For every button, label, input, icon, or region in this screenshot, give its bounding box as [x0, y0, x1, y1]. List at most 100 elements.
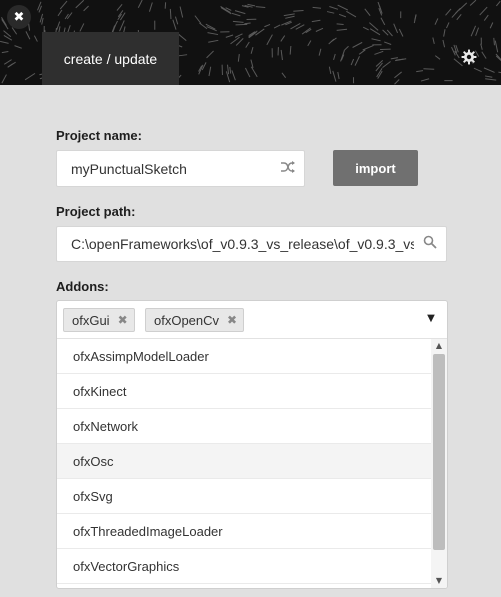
pattern-dash: [333, 53, 336, 61]
pattern-dash: [137, 0, 143, 9]
pattern-dash: [390, 57, 398, 60]
pattern-dash: [227, 64, 230, 75]
pattern-dash: [420, 78, 430, 82]
pattern-dash: [3, 59, 12, 65]
pattern-dash: [247, 3, 256, 7]
pattern-dash: [340, 50, 345, 62]
dropdown-caret-icon[interactable]: ▼: [425, 313, 437, 325]
pattern-dash: [451, 9, 460, 18]
tab-create-update[interactable]: create / update: [42, 32, 179, 85]
addon-option[interactable]: ofxKinect: [57, 374, 431, 409]
pattern-dash: [479, 6, 488, 16]
addon-option[interactable]: ofxThreadedImageLoader: [57, 514, 431, 549]
addon-option[interactable]: ofxNetwork: [57, 409, 431, 444]
pattern-dash: [66, 12, 73, 20]
pattern-dash: [343, 45, 349, 51]
pattern-dash: [337, 71, 340, 80]
pattern-dash: [484, 75, 493, 78]
pattern-dash: [416, 70, 424, 73]
pattern-dash: [337, 4, 349, 11]
project-name-label: Project name:: [56, 128, 142, 143]
addon-tag-label: ofxGui: [72, 312, 110, 328]
pattern-dash: [398, 28, 404, 37]
pattern-dash: [285, 15, 295, 19]
pattern-dash: [25, 31, 31, 40]
pattern-dash: [179, 6, 184, 18]
import-button-label: import: [355, 160, 396, 176]
pattern-dash: [423, 68, 435, 70]
pattern-dash: [338, 13, 347, 18]
search-icon[interactable]: [414, 235, 446, 253]
pattern-dash: [280, 49, 283, 61]
pattern-dash: [237, 53, 240, 62]
options-scrollbar[interactable]: ▲ ▼: [431, 339, 447, 588]
pattern-dash: [14, 45, 22, 49]
project-path-input[interactable]: [57, 227, 414, 261]
addon-tag-label: ofxOpenCv: [154, 312, 220, 328]
pattern-dash: [332, 70, 337, 82]
pattern-dash: [445, 8, 452, 16]
pattern-dash: [394, 71, 402, 79]
settings-button[interactable]: [460, 49, 478, 67]
pattern-dash: [393, 23, 399, 34]
pattern-dash: [250, 59, 254, 68]
scroll-up-icon[interactable]: ▲: [431, 339, 447, 353]
scroll-down-icon[interactable]: ▼: [431, 574, 447, 588]
pattern-dash: [57, 9, 63, 17]
pattern-dash: [1, 50, 9, 54]
pattern-dash: [255, 28, 265, 36]
pattern-dash: [229, 66, 232, 74]
addon-option[interactable]: ofxOsc: [57, 444, 431, 479]
pattern-dash: [59, 0, 68, 10]
pattern-dash: [336, 23, 344, 26]
pattern-dash: [483, 14, 489, 21]
pattern-dash: [116, 4, 123, 11]
pattern-dash: [273, 24, 281, 29]
pattern-dash: [208, 66, 212, 77]
pattern-dash: [485, 78, 497, 81]
pattern-dash: [119, 20, 125, 32]
pattern-dash: [371, 38, 381, 42]
pattern-dash: [177, 54, 188, 57]
import-button[interactable]: import: [333, 150, 418, 186]
pattern-dash: [231, 12, 241, 17]
addon-option[interactable]: ofxVectorGraphics: [57, 549, 431, 584]
addon-option[interactable]: ofxAssimpModelLoader: [57, 339, 431, 374]
pattern-dash: [336, 28, 348, 31]
shuffle-icon[interactable]: [272, 160, 304, 178]
pattern-dash: [33, 35, 38, 42]
pattern-dash: [24, 72, 36, 81]
pattern-dash: [384, 41, 392, 45]
pattern-dash: [79, 23, 85, 32]
project-path-field[interactable]: [56, 226, 447, 262]
pattern-dash: [232, 20, 244, 23]
pattern-dash: [234, 10, 246, 15]
pattern-dash: [475, 27, 480, 36]
addons-multiselect[interactable]: ofxGui ✖ ofxOpenCv ✖ ▼ ofxAssimpModelLoa…: [56, 300, 448, 589]
pattern-dash: [364, 8, 371, 16]
pattern-dash: [326, 11, 335, 14]
remove-tag-icon[interactable]: ✖: [227, 313, 237, 327]
project-name-input[interactable]: [57, 151, 272, 186]
project-name-field[interactable]: [56, 150, 305, 187]
pattern-dash: [234, 33, 243, 38]
pattern-dash: [328, 66, 332, 75]
pattern-dash: [7, 63, 13, 68]
pattern-dash: [206, 50, 214, 59]
remove-tag-icon[interactable]: ✖: [118, 313, 128, 327]
addon-option[interactable]: ofxSvg: [57, 479, 431, 514]
pattern-dash: [493, 37, 495, 46]
pattern-dash: [83, 5, 89, 12]
pattern-dash: [358, 49, 366, 55]
pattern-dash: [207, 32, 219, 36]
close-button[interactable]: ✖: [7, 5, 31, 29]
pattern-dash: [312, 6, 322, 9]
addons-selected-tags[interactable]: ofxGui ✖ ofxOpenCv ✖ ▼: [57, 301, 447, 339]
pattern-dash: [362, 44, 374, 51]
pattern-dash: [293, 10, 304, 12]
pattern-dash: [283, 13, 295, 17]
pattern-dash: [244, 67, 251, 78]
scrollbar-thumb[interactable]: [433, 354, 445, 550]
header-bar: ✖ create / update: [0, 0, 501, 85]
pattern-dash: [458, 2, 468, 11]
